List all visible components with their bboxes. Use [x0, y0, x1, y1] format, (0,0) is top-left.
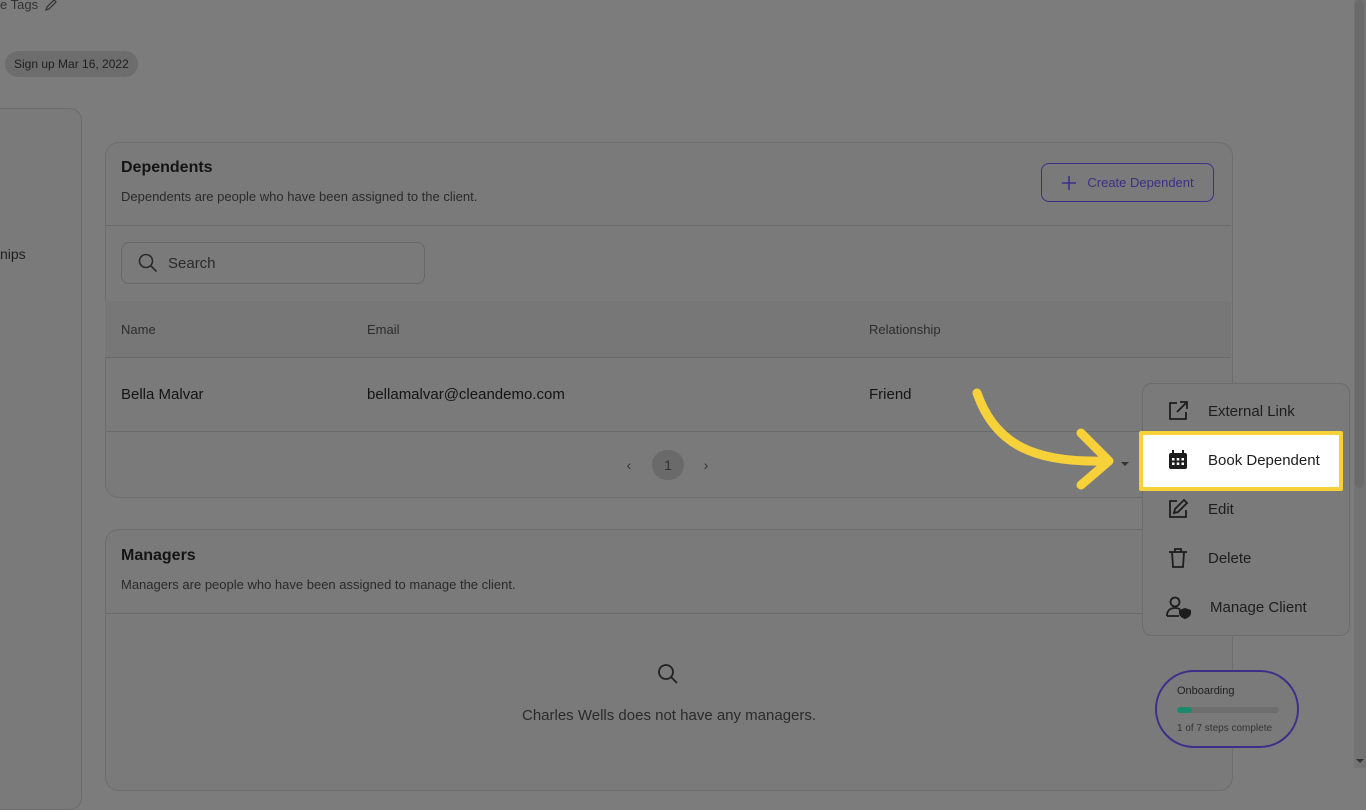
search-icon: [138, 253, 158, 273]
row-name: Bella Malvar: [121, 386, 204, 403]
menu-item-delete[interactable]: Delete: [1166, 544, 1251, 572]
pagination-next[interactable]: ›: [690, 450, 722, 480]
create-dependent-label: Create Dependent: [1087, 175, 1194, 190]
pagination-prev[interactable]: ‹: [613, 450, 645, 480]
left-panel: [0, 108, 82, 810]
row-relationship: Friend: [869, 386, 912, 403]
managers-subtitle: Managers are people who have been assign…: [121, 577, 516, 592]
left-nav-item-partial[interactable]: nips: [0, 246, 26, 262]
menu-item-label: External Link: [1208, 402, 1295, 420]
onboarding-progress-fill: [1177, 707, 1192, 713]
dependents-subtitle: Dependents are people who have been assi…: [121, 189, 478, 204]
column-header-name: Name: [121, 322, 156, 337]
pagination-page-1[interactable]: 1: [652, 450, 684, 480]
tags-label-row: e Tags: [0, 0, 58, 12]
menu-item-book-dependent[interactable]: Book Dependent: [1166, 446, 1320, 474]
scrollbar-thumb[interactable]: [1355, 0, 1364, 488]
pencil-icon[interactable]: [44, 0, 58, 12]
plus-icon: [1062, 175, 1077, 190]
table-header: [105, 301, 1231, 357]
managers-card: [105, 529, 1233, 791]
external-link-icon: [1169, 401, 1188, 420]
menu-item-label: Manage Client: [1210, 598, 1307, 616]
column-header-relationship: Relationship: [869, 322, 941, 337]
dependents-title: Dependents: [121, 159, 213, 176]
onboarding-progress-bar: [1177, 707, 1279, 713]
signup-chip: Sign up Mar 16, 2022: [5, 51, 138, 77]
onboarding-title: Onboarding: [1177, 685, 1235, 697]
table-header-divider: [105, 357, 1231, 358]
search-icon: [658, 664, 678, 684]
managers-empty-text: Charles Wells does not have any managers…: [522, 707, 817, 724]
trash-icon: [1169, 548, 1187, 568]
onboarding-status: 1 of 7 steps complete: [1177, 723, 1273, 734]
menu-item-edit[interactable]: Edit: [1166, 495, 1234, 523]
scroll-down-icon[interactable]: [1355, 756, 1365, 766]
row-email: bellamalvar@cleandemo.com: [367, 386, 565, 403]
menu-item-label: Edit: [1208, 500, 1234, 518]
menu-item-external-link[interactable]: External Link: [1166, 397, 1295, 425]
dependents-header-divider: [105, 225, 1231, 226]
column-header-email: Email: [367, 322, 400, 337]
managers-title: Managers: [121, 547, 196, 564]
edit-icon: [1169, 498, 1189, 518]
menu-item-manage-client[interactable]: Manage Client: [1166, 593, 1307, 621]
user-shield-icon: [1166, 596, 1191, 619]
tags-label: e Tags: [0, 0, 39, 12]
menu-item-label: Delete: [1208, 549, 1252, 567]
create-dependent-button[interactable]: Create Dependent: [1041, 163, 1214, 202]
search-placeholder: Search: [168, 254, 216, 272]
pointer-arrow-icon: [972, 388, 1114, 490]
managers-header-divider: [105, 613, 1231, 614]
menu-item-label: Book Dependent: [1208, 451, 1320, 469]
calendar-icon: [1169, 450, 1187, 469]
search-input[interactable]: Search: [121, 242, 425, 284]
